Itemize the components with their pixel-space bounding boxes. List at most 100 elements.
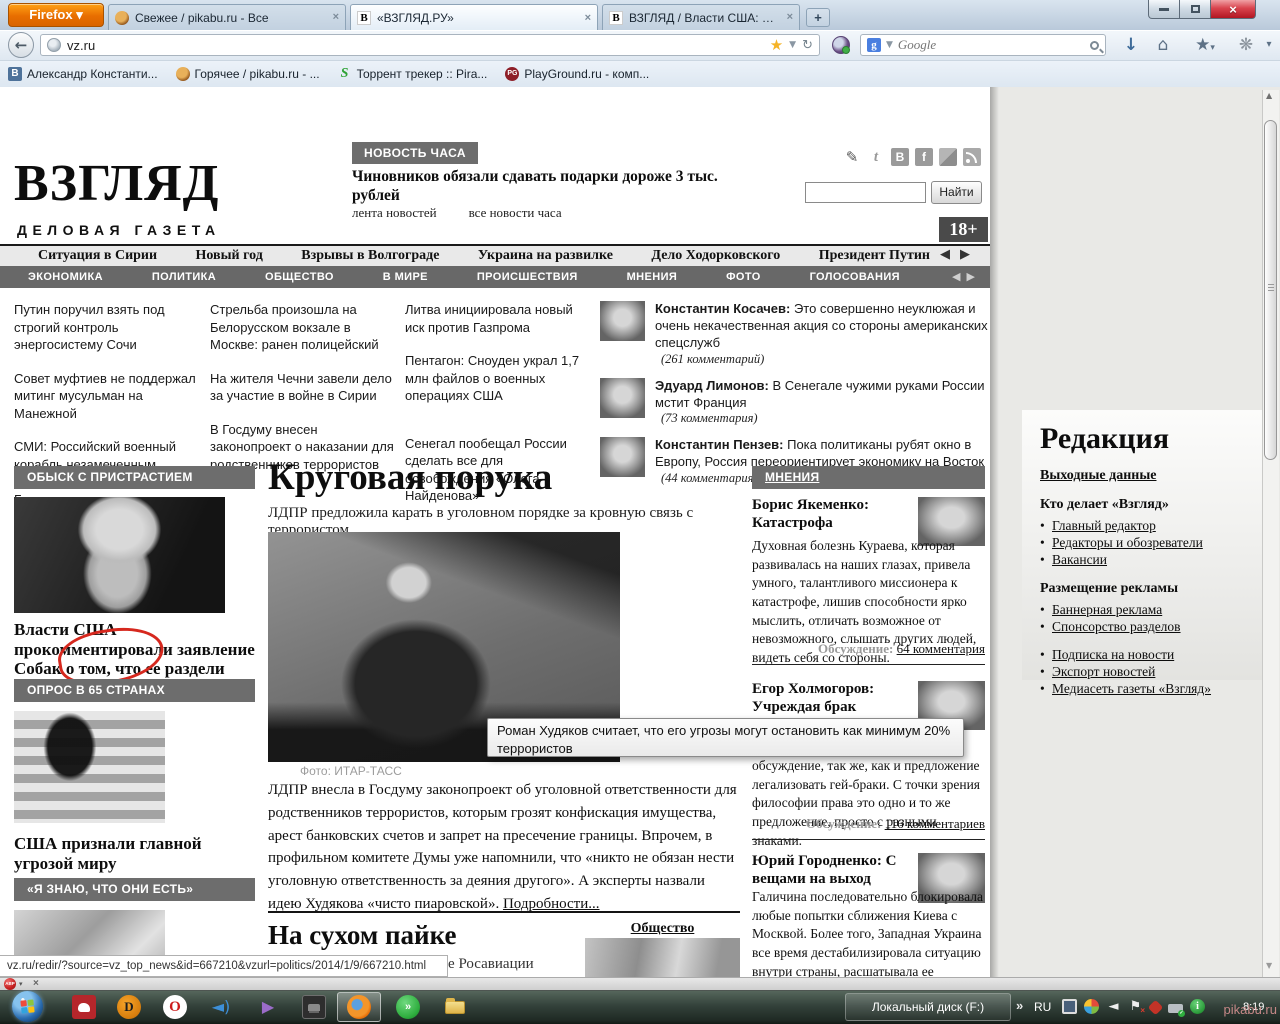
tab-vzglyad-active[interactable]: B «ВЗГЛЯД.РУ» × xyxy=(350,4,598,31)
maximize-button[interactable] xyxy=(1180,0,1210,19)
bookmark-item[interactable]: B Александр Константи... xyxy=(8,67,158,81)
site-search-button[interactable]: Найти xyxy=(931,181,982,204)
section-link[interactable]: ФОТО xyxy=(726,271,761,283)
sections-next-icon[interactable]: ▶ xyxy=(966,268,974,286)
comments-count[interactable]: (73 комментария) xyxy=(655,411,988,426)
editorial-link[interactable]: Редакторы и обозреватели xyxy=(1040,534,1265,551)
editorial-link[interactable]: Медиасеть газеты «Взгляд» xyxy=(1040,680,1265,697)
tab-vzglyad-article[interactable]: B ВЗГЛЯД / Власти США: Собчак не р... × xyxy=(602,4,800,30)
editorial-link[interactable]: Баннерная реклама xyxy=(1040,601,1265,618)
news-teaser[interactable]: Совет муфтиев не поддержал митинг мусуль… xyxy=(14,370,198,423)
comments-link[interactable]: 116 комментариев xyxy=(885,816,985,831)
topics-next-icon[interactable]: ▶ xyxy=(960,246,970,264)
imprint-link[interactable]: Выходные данные xyxy=(1040,468,1265,484)
tab-close-icon[interactable]: × xyxy=(585,13,591,24)
url-dropdown-icon[interactable]: ▼ xyxy=(789,41,796,50)
updates-tray-icon[interactable] xyxy=(1084,999,1099,1014)
volume-tray-icon[interactable]: ◄ xyxy=(1106,999,1121,1014)
zynga-icon[interactable] xyxy=(72,995,96,1019)
opera-icon[interactable]: O xyxy=(163,995,187,1019)
search-magnifier-icon[interactable] xyxy=(1090,41,1099,50)
site-logo[interactable]: ВЗГЛЯД xyxy=(14,158,219,210)
usb-tray-icon[interactable]: ✓ xyxy=(1168,1004,1183,1013)
topic-link[interactable]: Новый год xyxy=(196,248,263,264)
section-link[interactable]: ПОЛИТИКА xyxy=(152,271,216,283)
action-center-flag-icon[interactable]: ⚑× xyxy=(1128,999,1143,1014)
second-article-title[interactable]: На сухом пайке xyxy=(268,922,456,949)
opinion-title[interactable]: Егор Холмогоров: Учреждая брак xyxy=(752,680,912,716)
comments-link[interactable]: 64 комментария xyxy=(897,641,985,656)
all-news-link[interactable]: все новости часа xyxy=(469,205,562,221)
sections-prev-icon[interactable]: ◀ xyxy=(952,268,960,286)
antivirus-tray-icon[interactable] xyxy=(1148,1000,1164,1016)
news-hour-headline[interactable]: Чиновников обязали сдавать подарки дорож… xyxy=(352,167,722,206)
tab-close-icon[interactable]: × xyxy=(787,12,793,23)
topic-link[interactable]: Взрывы в Волгограде xyxy=(301,248,439,264)
volume-app-icon[interactable]: ◄) xyxy=(209,995,233,1019)
addon-bar-close-icon[interactable]: × xyxy=(33,977,39,990)
tab-close-icon[interactable]: × xyxy=(333,12,339,23)
bookmark-item[interactable]: S Торрент трекер :: Pira... xyxy=(338,67,488,81)
taskbar-overflow-chevron[interactable]: » xyxy=(1016,992,1023,1020)
category-link[interactable]: Общество xyxy=(585,921,740,937)
section-link[interactable]: В МИРЕ xyxy=(383,271,428,283)
topic-link[interactable]: Ситуация в Сирии xyxy=(38,248,157,264)
firefox-menu-button[interactable]: Firefox ▾ xyxy=(8,3,104,27)
info-tray-icon[interactable]: i xyxy=(1190,999,1205,1014)
news-teaser[interactable]: Стрельба произошла на Белорусском вокзал… xyxy=(210,301,394,354)
rss-icon[interactable] xyxy=(963,148,981,166)
news-teaser[interactable]: Литва инициировала новый иск против Газп… xyxy=(405,301,589,336)
reload-icon[interactable]: ↻ xyxy=(802,39,813,52)
section-link[interactable]: ЭКОНОМИКА xyxy=(28,271,103,283)
network-tray-icon[interactable] xyxy=(1062,999,1077,1014)
close-button[interactable]: × xyxy=(1210,0,1256,19)
web-search-bar[interactable]: g ▼ xyxy=(860,34,1106,56)
toolbar-overflow-icon[interactable]: ▾ xyxy=(1262,33,1276,57)
section-link[interactable]: ОБЩЕСТВО xyxy=(265,271,334,283)
livejournal-icon[interactable]: ✎ xyxy=(843,148,861,166)
language-indicator[interactable]: RU xyxy=(1034,992,1051,1022)
explorer-folder-icon[interactable] xyxy=(443,995,467,1019)
vk-icon[interactable]: B xyxy=(891,148,909,166)
news-teaser[interactable]: На жителя Чечни завели дело за участие в… xyxy=(210,370,394,405)
site-search-input[interactable] xyxy=(805,182,926,203)
firefox-taskbar-button[interactable] xyxy=(337,992,381,1022)
start-button[interactable] xyxy=(12,991,43,1022)
details-link[interactable]: Подробности... xyxy=(503,896,600,912)
bookmarks-panel-icon[interactable]: ★▾ xyxy=(1188,33,1222,60)
twitter-icon[interactable]: t xyxy=(867,148,885,166)
world-of-tanks-icon[interactable] xyxy=(302,995,326,1019)
bookmark-star-icon[interactable]: ★ xyxy=(770,38,783,53)
quote-teaser[interactable]: Константин Косачев: Это совершенно неукл… xyxy=(600,301,988,367)
editorial-link[interactable]: Главный редактор xyxy=(1040,517,1265,534)
back-button[interactable]: ← xyxy=(8,32,34,58)
kmplayer-icon[interactable]: ▶ xyxy=(256,995,280,1019)
local-disk-taskbar-button[interactable]: Локальный диск (F:) xyxy=(845,993,1011,1021)
topic-link[interactable]: Украина на развилке xyxy=(478,248,613,264)
news-feed-link[interactable]: лента новостей xyxy=(352,205,437,221)
sobchak-photo[interactable] xyxy=(14,497,225,613)
addon-moth-icon[interactable]: ❋ xyxy=(1234,33,1258,57)
home-icon[interactable]: ⌂ xyxy=(1150,33,1176,57)
search-engine-dropdown-icon[interactable]: ▼ xyxy=(886,41,893,50)
topic-link[interactable]: Дело Ходорковского xyxy=(651,248,780,264)
section-link[interactable]: МНЕНИЯ xyxy=(627,271,678,283)
bookmark-item[interactable]: Горячее / pikabu.ru - ... xyxy=(176,67,320,81)
editorial-link[interactable]: Вакансии xyxy=(1040,551,1265,568)
section-link[interactable]: ПРОИСШЕСТВИЯ xyxy=(477,271,578,283)
topic-link[interactable]: Президент Путин xyxy=(819,248,930,264)
section-link[interactable]: ГОЛОСОВАНИЯ xyxy=(810,271,900,283)
web-search-input[interactable] xyxy=(898,37,1085,53)
news-teaser[interactable]: Путин поручил взять под строгий контроль… xyxy=(14,301,198,354)
comments-count[interactable]: (261 комментарий) xyxy=(655,352,988,367)
opinions-header[interactable]: МНЕНИЯ xyxy=(752,466,985,489)
bookmark-item[interactable]: PG PlayGround.ru - комп... xyxy=(505,67,649,81)
url-bar[interactable]: ★ ▼ ↻ xyxy=(40,34,820,56)
minimize-button[interactable] xyxy=(1148,0,1180,19)
category-photo[interactable] xyxy=(585,938,740,978)
us-flag-skull-photo[interactable] xyxy=(14,711,165,823)
opinion-title[interactable]: Юрий Городненко: С вещами на выход xyxy=(752,852,922,888)
daemon-tools-icon[interactable]: D xyxy=(117,995,141,1019)
editorial-link[interactable]: Экспорт новостей xyxy=(1040,663,1265,680)
adblock-icon[interactable]: ABP xyxy=(4,978,16,990)
